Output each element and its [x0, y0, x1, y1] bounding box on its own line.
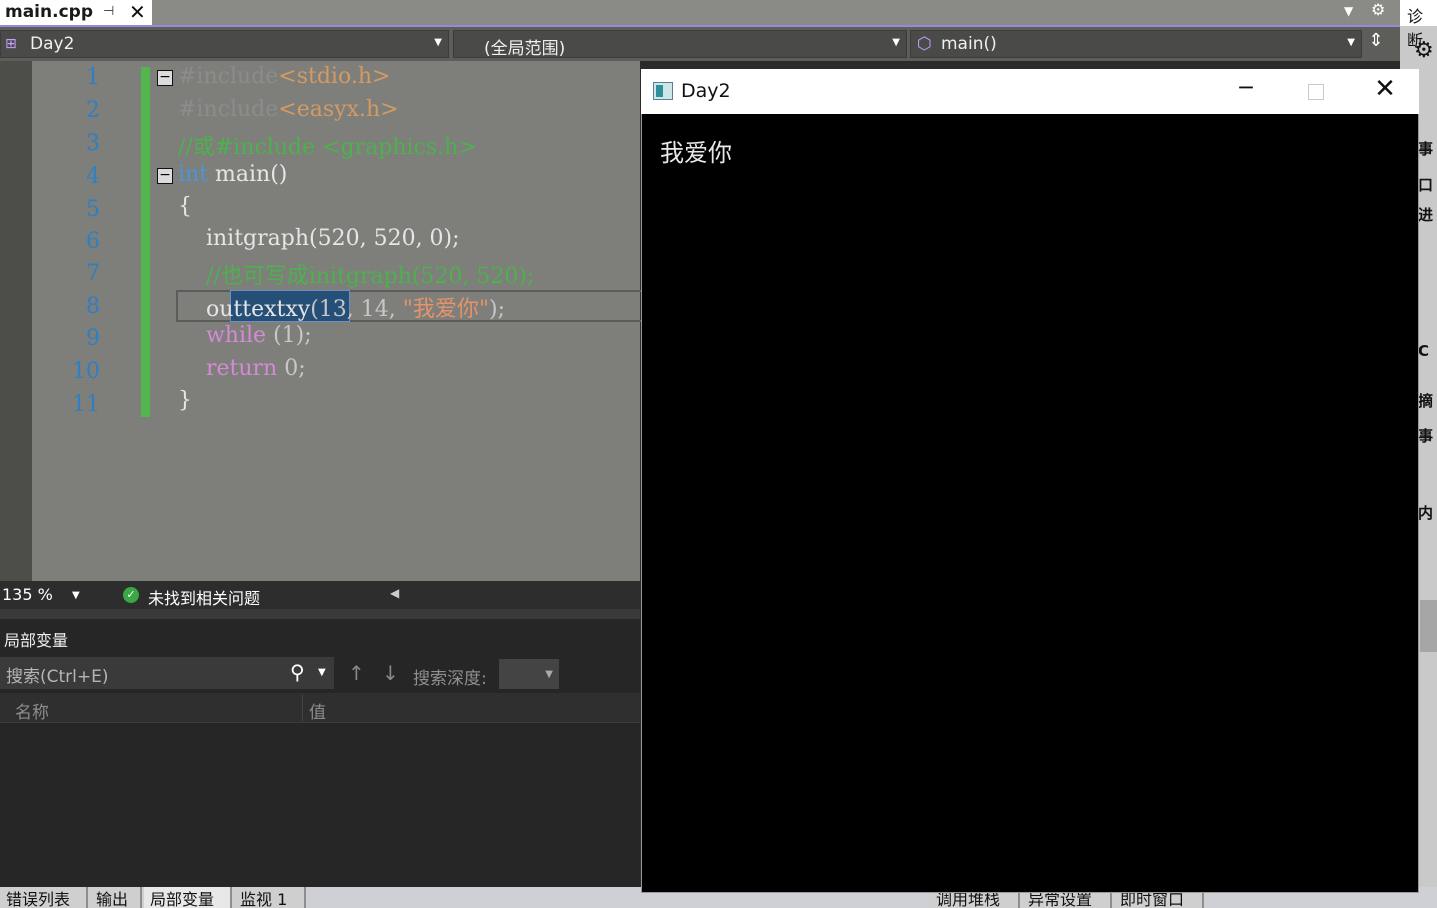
settings-gear-icon[interactable]: ⚙	[1371, 0, 1385, 19]
code-line[interactable]: #include<easyx.h>	[178, 97, 399, 122]
chevron-down-icon: ▼	[892, 37, 900, 48]
member-label: main()	[941, 34, 997, 54]
project-label: Day2	[30, 34, 75, 54]
navigation-bar: ⊞ Day2 ▼ (全局范围) ▼ ⬡ main() ▼ ⇕	[0, 27, 1400, 61]
search-placeholder: 搜索(Ctrl+E)	[6, 667, 109, 687]
scope-label: (全局范围)	[484, 39, 566, 59]
code-line[interactable]: //也可写成initgraph(520, 520);	[178, 258, 534, 290]
line-number: 10	[72, 359, 100, 384]
diagnostics-scrollbar[interactable]	[1420, 600, 1437, 652]
code-line[interactable]: }	[178, 388, 192, 413]
line-number: 8	[86, 294, 100, 319]
code-line[interactable]: {	[178, 194, 192, 219]
line-number: 4	[86, 164, 100, 189]
line-number: 6	[86, 229, 100, 254]
line-number: 9	[86, 326, 100, 351]
tab-overflow-icon[interactable]: ▼	[1344, 4, 1353, 18]
check-circle-icon: ✓	[123, 587, 139, 603]
diagnostics-item: 内	[1418, 504, 1434, 522]
close-icon[interactable]: ✕	[129, 0, 146, 24]
maximize-icon[interactable]	[1298, 76, 1334, 106]
gear-icon[interactable]: ⚙	[1414, 38, 1434, 63]
code-line[interactable]: int main()	[178, 162, 287, 187]
chevron-down-icon[interactable]: ▼	[318, 667, 326, 678]
app-icon	[653, 82, 673, 100]
project-dropdown[interactable]: ⊞ Day2 ▼	[0, 30, 449, 58]
search-depth-dropdown[interactable]: ▼	[499, 659, 559, 689]
diagnostics-item: 事	[1418, 427, 1434, 445]
tab-locals[interactable]: 局部变量	[144, 887, 232, 908]
change-tracking-bar	[141, 67, 150, 417]
tab-file-name: main.cpp	[5, 2, 93, 22]
code-line[interactable]: //或#include <graphics.h>	[178, 129, 477, 161]
search-icon[interactable]: ⚲	[290, 660, 305, 684]
line-number: 5	[86, 197, 100, 222]
minimize-icon[interactable]: ─	[1228, 76, 1264, 106]
editor-status-row	[0, 581, 640, 609]
code-line[interactable]: while (1);	[178, 323, 312, 348]
scroll-left-icon[interactable]: ◀	[390, 586, 399, 600]
console-title: Day2	[681, 80, 731, 102]
diagnostics-item: 摘	[1418, 392, 1434, 410]
chevron-down-icon: ▼	[545, 669, 553, 680]
line-number: 2	[86, 98, 100, 123]
close-icon[interactable]: ✕	[1367, 74, 1403, 106]
scope-dropdown[interactable]: (全局范围) ▼	[453, 30, 907, 59]
document-tab-bar	[0, 0, 1437, 26]
column-divider[interactable]	[302, 695, 303, 721]
collapse-toggle-icon[interactable]: −	[157, 168, 173, 184]
column-name-header[interactable]: 名称	[15, 698, 49, 723]
editor-indicator-margin	[0, 61, 32, 581]
column-value-header[interactable]: 值	[309, 698, 326, 723]
diagnostics-item: C	[1418, 342, 1430, 360]
tab-main-cpp[interactable]: main.cpp ⊣ ✕	[0, 0, 152, 26]
chevron-down-icon: ▼	[434, 37, 442, 48]
pin-icon[interactable]: ⊣	[103, 4, 114, 19]
member-cube-icon: ⬡	[917, 34, 932, 54]
console-window[interactable]	[641, 69, 1419, 893]
code-line[interactable]: return 0;	[178, 356, 306, 381]
diagnostics-item: 进	[1418, 206, 1434, 224]
diagnostics-tab[interactable]: 诊断	[1400, 0, 1437, 50]
chevron-down-icon[interactable]: ▼	[72, 590, 80, 601]
collapse-toggle-icon[interactable]: −	[157, 70, 173, 86]
arrow-down-icon[interactable]: ↓	[382, 661, 399, 685]
code-line[interactable]: #include<stdio.h>	[178, 64, 390, 89]
tab-output[interactable]: 输出	[90, 887, 142, 908]
chevron-down-icon: ▼	[1347, 37, 1355, 48]
search-depth-label: 搜索深度:	[413, 669, 487, 689]
diagnostics-item: 事	[1418, 140, 1434, 158]
diagnostics-item: 口	[1418, 176, 1434, 194]
code-line[interactable]: outtextxy(13, 14, "我爱你");	[178, 291, 505, 323]
issues-status[interactable]: 未找到相关问题	[148, 585, 260, 609]
line-number: 7	[86, 261, 100, 286]
panel-title: 局部变量	[4, 631, 69, 650]
panel-splitter[interactable]	[0, 609, 640, 619]
zoom-level[interactable]: 135 %	[2, 585, 53, 604]
tab-watch-1[interactable]: 监视 1	[234, 887, 306, 908]
project-icon: ⊞	[5, 36, 17, 52]
line-number: 11	[72, 392, 100, 417]
line-number: 3	[86, 131, 100, 156]
split-window-icon[interactable]: ⇕	[1362, 30, 1390, 58]
code-line[interactable]: initgraph(520, 520, 0);	[178, 226, 460, 251]
arrow-up-icon[interactable]: ↑	[348, 661, 365, 685]
tab-error-list[interactable]: 错误列表	[0, 887, 88, 908]
line-number: 1	[86, 65, 100, 90]
member-dropdown[interactable]: ⬡ main() ▼	[910, 30, 1362, 58]
console-output-text: 我爱你	[660, 139, 732, 167]
